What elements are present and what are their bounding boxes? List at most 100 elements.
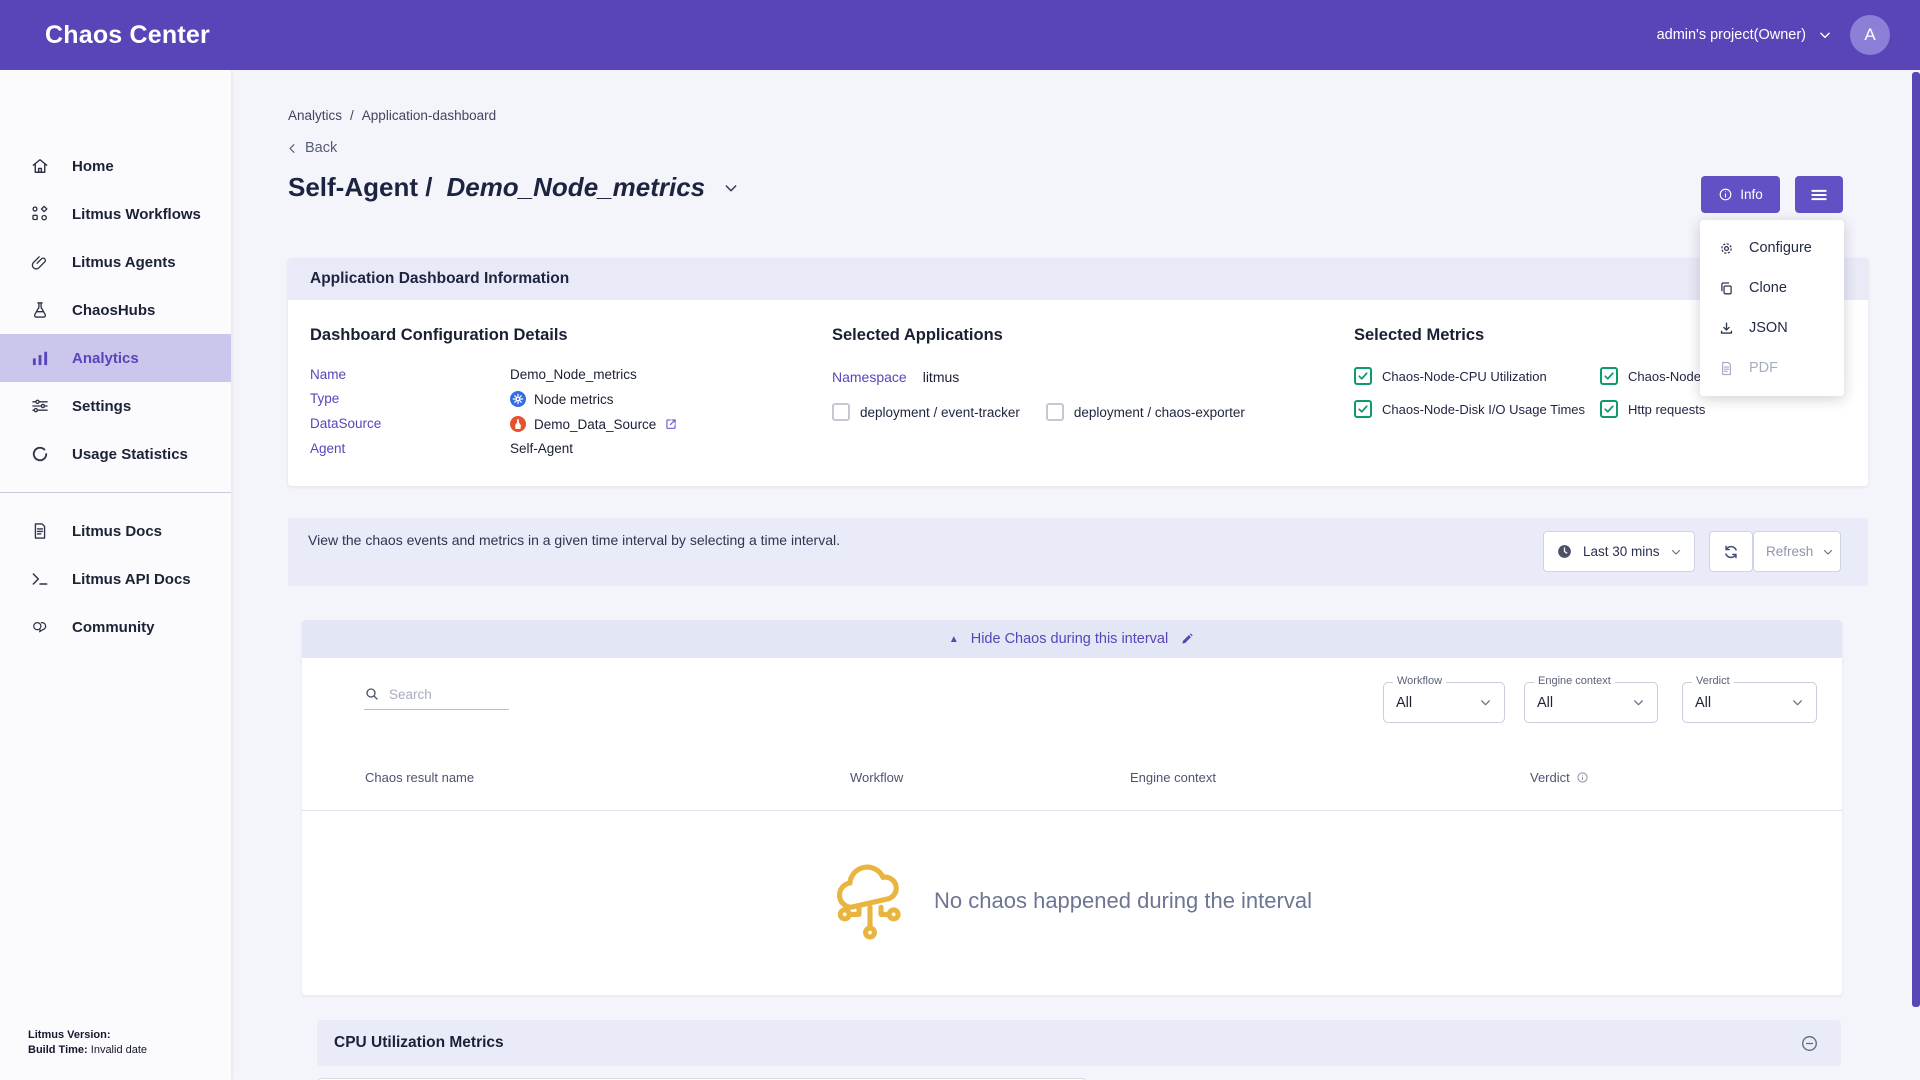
terminal-icon [30, 569, 50, 589]
external-link-icon[interactable] [664, 417, 678, 431]
clone-icon [1718, 280, 1735, 297]
build-time-value: Invalid date [91, 1044, 147, 1056]
sidebar-item-label: Settings [72, 398, 131, 415]
engine-context-filter[interactable]: Engine context All [1524, 682, 1658, 723]
sidebar-item-chaoshubs[interactable]: ChaosHubs [0, 286, 231, 334]
sidebar-item-analytics[interactable]: Analytics [0, 334, 231, 382]
clock-icon [1556, 543, 1573, 560]
sidebar-item-litmus-agents[interactable]: Litmus Agents [0, 238, 231, 286]
checkbox-disk-io-rw[interactable] [1600, 367, 1618, 385]
title-agent: Self-Agent / [288, 172, 432, 203]
search-field [364, 686, 509, 710]
home-icon [30, 156, 50, 176]
back-button[interactable]: Back [286, 140, 337, 156]
checkbox-cpu-utilization[interactable] [1354, 367, 1372, 385]
sidebar-item-label: Litmus Docs [72, 523, 162, 540]
sidebar-item-label: ChaosHubs [72, 302, 155, 319]
verdict-filter[interactable]: Verdict All [1682, 682, 1817, 723]
filter-value: All [1537, 695, 1553, 711]
checkbox-chaos-exporter[interactable] [1046, 403, 1064, 421]
time-interval-bar: View the chaos events and metrics in a g… [288, 518, 1868, 586]
analytics-icon [30, 348, 50, 368]
litmus-version-label: Litmus Version: [28, 1029, 111, 1041]
breadcrumb-application-dashboard[interactable]: Application-dashboard [362, 108, 496, 123]
breadcrumb-analytics[interactable]: Analytics [288, 108, 342, 123]
checkbox-http-requests[interactable] [1600, 400, 1618, 418]
sidebar-item-settings[interactable]: Settings [0, 382, 231, 430]
empty-message: No chaos happened during the interval [934, 888, 1312, 914]
sidebar-item-litmus-docs[interactable]: Litmus Docs [0, 507, 231, 555]
menu-item-clone[interactable]: Clone [1700, 268, 1844, 308]
config-label-agent: Agent [310, 441, 510, 456]
info-icon [1718, 187, 1733, 202]
search-icon [364, 686, 380, 702]
chaoshubs-icon [30, 300, 50, 320]
sidebar-item-home[interactable]: Home [0, 142, 231, 190]
sidebar-item-community[interactable]: Community [0, 603, 231, 651]
menu-item-label: PDF [1749, 360, 1778, 376]
vertical-scrollbar[interactable] [1912, 72, 1920, 1007]
application-checkbox-row: deployment / chaos-exporter [1046, 403, 1245, 421]
usage-icon [30, 444, 50, 464]
edit-pencil-icon[interactable] [1180, 632, 1195, 647]
refresh-label: Refresh [1766, 544, 1813, 559]
collapse-section-icon[interactable] [1800, 1034, 1819, 1053]
workflows-icon [30, 204, 50, 224]
sidebar-item-usage-statistics[interactable]: Usage Statistics [0, 430, 231, 478]
workflow-filter[interactable]: Workflow All [1383, 682, 1505, 723]
back-label: Back [305, 140, 337, 156]
menu-item-pdf[interactable]: PDF [1700, 348, 1844, 388]
sidebar-item-litmus-workflows[interactable]: Litmus Workflows [0, 190, 231, 238]
column-engine-context: Engine context [1130, 770, 1216, 785]
refresh-interval-select[interactable]: Refresh [1753, 531, 1841, 572]
filter-value: All [1695, 695, 1711, 711]
sidebar-item-label: Litmus API Docs [72, 571, 191, 588]
project-switcher[interactable]: admin's project(Owner) [1657, 27, 1832, 43]
section-title: Dashboard Configuration Details [310, 326, 810, 345]
avatar[interactable]: A [1850, 15, 1890, 55]
gear-icon [1718, 240, 1735, 257]
docs-icon [30, 521, 50, 541]
dashboard-select-chevron[interactable] [723, 180, 739, 196]
sidebar-item-litmus-api-docs[interactable]: Litmus API Docs [0, 555, 231, 603]
sidebar-item-label: Usage Statistics [72, 446, 188, 463]
settings-icon [30, 396, 50, 416]
menu-item-json[interactable]: JSON [1700, 308, 1844, 348]
build-time-label: Build Time: [28, 1044, 88, 1056]
info-button[interactable]: Info [1701, 176, 1780, 213]
dashboard-menu-button[interactable] [1795, 176, 1843, 213]
collapse-triangle-icon: ▲ [949, 634, 959, 645]
chevron-down-icon [1791, 696, 1804, 709]
column-chaos-result-name: Chaos result name [365, 770, 474, 785]
application-dashboard-information-panel: Application Dashboard Information Dashbo… [288, 258, 1868, 486]
sidebar-item-label: Litmus Agents [72, 254, 176, 271]
download-icon [1718, 320, 1735, 337]
time-range-value: Last 30 mins [1583, 544, 1660, 559]
hide-chaos-toggle[interactable]: ▲ Hide Chaos during this interval [302, 620, 1842, 658]
chevron-down-icon [1479, 696, 1492, 709]
chevron-left-icon [286, 142, 299, 155]
filter-value: All [1396, 695, 1412, 711]
agents-icon [30, 252, 50, 272]
checkbox-disk-io-times[interactable] [1354, 400, 1372, 418]
search-input[interactable] [389, 687, 499, 702]
checkbox-event-tracker[interactable] [832, 403, 850, 421]
refresh-now-button[interactable] [1709, 531, 1753, 572]
checkbox-label: deployment / chaos-exporter [1074, 405, 1245, 420]
panel-title: Application Dashboard Information [310, 270, 569, 288]
selected-applications: Selected Applications Namespace litmus d… [832, 326, 1272, 421]
breadcrumb: Analytics / Application-dashboard [288, 108, 496, 123]
filter-label: Workflow [1393, 675, 1446, 687]
column-verdict: Verdict [1530, 770, 1589, 785]
community-icon [30, 617, 50, 637]
section-title: Selected Applications [832, 326, 1272, 345]
empty-state: No chaos happened during the interval [302, 860, 1842, 942]
metric-checkbox-row: Chaos-Node-Disk I/O Usage Times [1354, 400, 1600, 418]
verdict-info-icon[interactable] [1576, 771, 1589, 784]
sidebar-item-label: Analytics [72, 350, 139, 367]
time-range-select[interactable]: Last 30 mins [1543, 531, 1695, 572]
config-label-name: Name [310, 367, 510, 382]
cpu-section-title: CPU Utilization Metrics [334, 1034, 504, 1052]
hide-chaos-label: Hide Chaos during this interval [971, 631, 1168, 647]
menu-item-configure[interactable]: Configure [1700, 228, 1844, 268]
